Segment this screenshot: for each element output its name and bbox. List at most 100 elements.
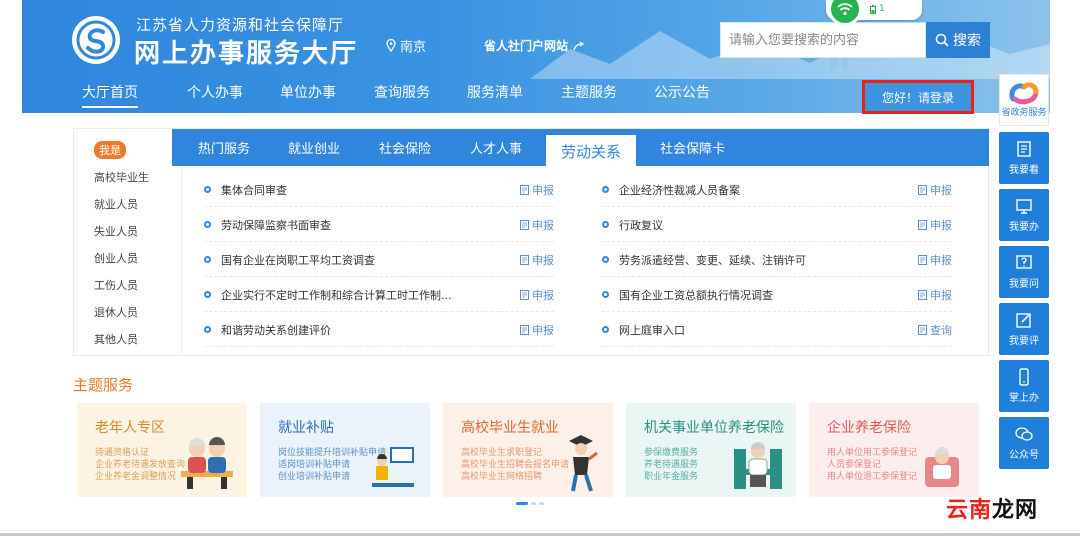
nav-item-personal[interactable]: 个人办事 — [187, 82, 243, 108]
city-selector[interactable]: 南京 — [386, 36, 426, 55]
search-button[interactable]: 搜索 — [926, 22, 990, 58]
apply-link[interactable]: 申报 — [520, 252, 554, 268]
list-item[interactable]: 国有企业在岗职工平均工资调查 申报 — [204, 243, 554, 277]
apply-link[interactable]: 申报 — [918, 287, 952, 303]
tab-labor-relations[interactable]: 劳动关系 — [546, 133, 636, 167]
search-input[interactable] — [729, 32, 919, 48]
theme-card-employment-subsidy[interactable]: 就业补贴 岗位技能提升培训补贴申请 适岗培训补贴申请 创业培训补贴申请 — [260, 403, 430, 497]
theme-card-elderly[interactable]: 老年人专区 待遇资格认证 企业养老待遇发放查询 企业养老金调整情况 — [77, 403, 247, 497]
document-icon — [918, 184, 927, 195]
tab-talent[interactable]: 人才人事 — [470, 129, 522, 166]
bullet-icon — [602, 326, 609, 333]
pager-dot-active[interactable] — [516, 502, 528, 505]
side-item-view[interactable]: 我要看 — [999, 132, 1049, 184]
elderly-in-chair-illustration — [925, 447, 959, 487]
theme-section-title: 主题服务 — [73, 376, 134, 394]
site-logo[interactable] — [72, 16, 120, 64]
card-line[interactable]: 高校毕业生网络招聘 — [461, 469, 542, 482]
share-arrow-icon — [573, 40, 585, 50]
action-label: 申报 — [532, 183, 554, 197]
nav-item-unit[interactable]: 单位办事 — [280, 82, 336, 108]
nav-item-home[interactable]: 大厅首页 — [82, 82, 138, 108]
pager-dot[interactable] — [539, 502, 544, 505]
action-label: 申报 — [532, 253, 554, 267]
action-label: 查询 — [930, 323, 952, 337]
logo-emblem-icon — [76, 20, 116, 60]
tab-hot-services[interactable]: 热门服务 — [198, 129, 250, 166]
elderly-on-bench-illustration — [734, 442, 782, 489]
apply-link[interactable]: 申报 — [520, 182, 554, 198]
persona-item[interactable]: 退休人员 — [94, 304, 138, 320]
carousel-pager — [516, 502, 544, 505]
side-item-mobile[interactable]: 掌上办 — [999, 360, 1049, 412]
persona-item[interactable]: 高校毕业生 — [94, 169, 149, 185]
pager-dot[interactable] — [531, 502, 536, 505]
apply-link[interactable]: 申报 — [918, 182, 952, 198]
card-title: 企业养老保险 — [827, 420, 911, 436]
nav-item-query[interactable]: 查询服务 — [374, 82, 430, 108]
side-item-rate[interactable]: 我要评 — [999, 303, 1049, 355]
persona-item[interactable]: 创业人员 — [94, 250, 138, 266]
card-line[interactable]: 用人单位退工参保登记 — [827, 469, 917, 482]
side-item-ask[interactable]: 我要问 — [999, 246, 1049, 298]
nav-item-service-list[interactable]: 服务清单 — [467, 82, 523, 108]
apply-link[interactable]: 申报 — [918, 217, 952, 233]
search-button-label: 搜索 — [953, 33, 981, 49]
document-icon — [520, 254, 529, 265]
monitor-icon — [1016, 199, 1032, 214]
action-label: 申报 — [930, 183, 952, 197]
service-title: 集体合同审查 — [221, 183, 287, 197]
persona-item[interactable]: 其他人员 — [94, 331, 138, 347]
tab-social-security-card[interactable]: 社会保障卡 — [660, 129, 725, 166]
category-tabs: 热门服务 就业创业 社会保险 人才人事 劳动关系 社会保障卡 — [172, 129, 989, 167]
list-item[interactable]: 行政复议 申报 — [602, 208, 952, 242]
location-pin-icon — [386, 39, 396, 52]
list-item[interactable]: 企业实行不定时工作制和综合计算工时工作制... 申报 — [204, 278, 554, 312]
list-item[interactable]: 和谐劳动关系创建评价 申报 — [204, 313, 554, 347]
persona-item[interactable]: 就业人员 — [94, 196, 138, 212]
nav-item-theme[interactable]: 主题服务 — [561, 82, 617, 108]
card-line[interactable]: 职业年金服务 — [644, 469, 698, 482]
tab-employment[interactable]: 就业创业 — [288, 129, 340, 166]
nav-item-notice[interactable]: 公示公告 — [654, 82, 710, 108]
apply-link[interactable]: 申报 — [520, 217, 554, 233]
card-line[interactable]: 企业养老金调整情况 — [95, 469, 176, 482]
apply-link[interactable]: 申报 — [520, 287, 554, 303]
theme-card-graduate-employment[interactable]: 高校毕业生就业 高校毕业生求职登记 高校毕业生招聘会报名申请 高校毕业生网络招聘 — [443, 403, 613, 497]
theme-card-enterprise-pension[interactable]: 企业养老保险 用人单位用工参保登记 人员参保登记 用人单位退工参保登记 — [809, 403, 979, 497]
graduate-illustration — [569, 435, 598, 492]
list-item[interactable]: 劳务派遣经营、变更、延续、注销许可 申报 — [602, 243, 952, 277]
tab-social-insurance[interactable]: 社会保险 — [379, 129, 431, 166]
portal-link[interactable]: 省人社门户网站 — [484, 37, 585, 54]
document-icon — [918, 289, 927, 300]
book-icon — [1017, 141, 1031, 157]
persona-item[interactable]: 失业人员 — [94, 223, 138, 239]
list-item[interactable]: 企业经济性裁减人员备案 申报 — [602, 173, 952, 207]
bullet-icon — [204, 186, 211, 193]
apply-link[interactable]: 申报 — [520, 322, 554, 338]
side-item-label: 我要问 — [1009, 279, 1039, 290]
side-item-official-account[interactable]: 公众号 — [999, 417, 1049, 469]
list-item[interactable]: 集体合同审查 申报 — [204, 173, 554, 207]
list-item[interactable]: 国有企业工资总额执行情况调查 申报 — [602, 278, 952, 312]
action-label: 申报 — [930, 288, 952, 302]
side-item-label: 掌上办 — [1009, 393, 1039, 404]
source-watermark: 云南龙网 — [946, 492, 1038, 524]
apply-link[interactable]: 申报 — [918, 252, 952, 268]
card-line[interactable]: 创业培训补贴申请 — [278, 469, 350, 482]
card-title: 老年人专区 — [95, 420, 165, 436]
side-item-label: 我要评 — [1009, 336, 1039, 347]
list-item[interactable]: 劳动保障监察书面审查 申报 — [204, 208, 554, 242]
side-item-label: 我要看 — [1009, 165, 1039, 176]
login-button[interactable]: 您好！请登录 — [862, 80, 974, 114]
persona-item[interactable]: 工伤人员 — [94, 277, 138, 293]
side-gov-service[interactable]: 省政务服务 — [999, 74, 1049, 126]
side-item-do[interactable]: 我要办 — [999, 189, 1049, 241]
card-title: 高校毕业生就业 — [461, 420, 559, 436]
query-link[interactable]: 查询 — [918, 322, 952, 338]
action-label: 申报 — [532, 288, 554, 302]
battery-icon — [870, 4, 876, 14]
list-item[interactable]: 网上庭审入口 查询 — [602, 313, 952, 347]
theme-card-institution-pension[interactable]: 机关事业单位养老保险 参保缴费服务 养老待遇服务 职业年金服务 — [626, 403, 796, 497]
document-icon — [520, 324, 529, 335]
